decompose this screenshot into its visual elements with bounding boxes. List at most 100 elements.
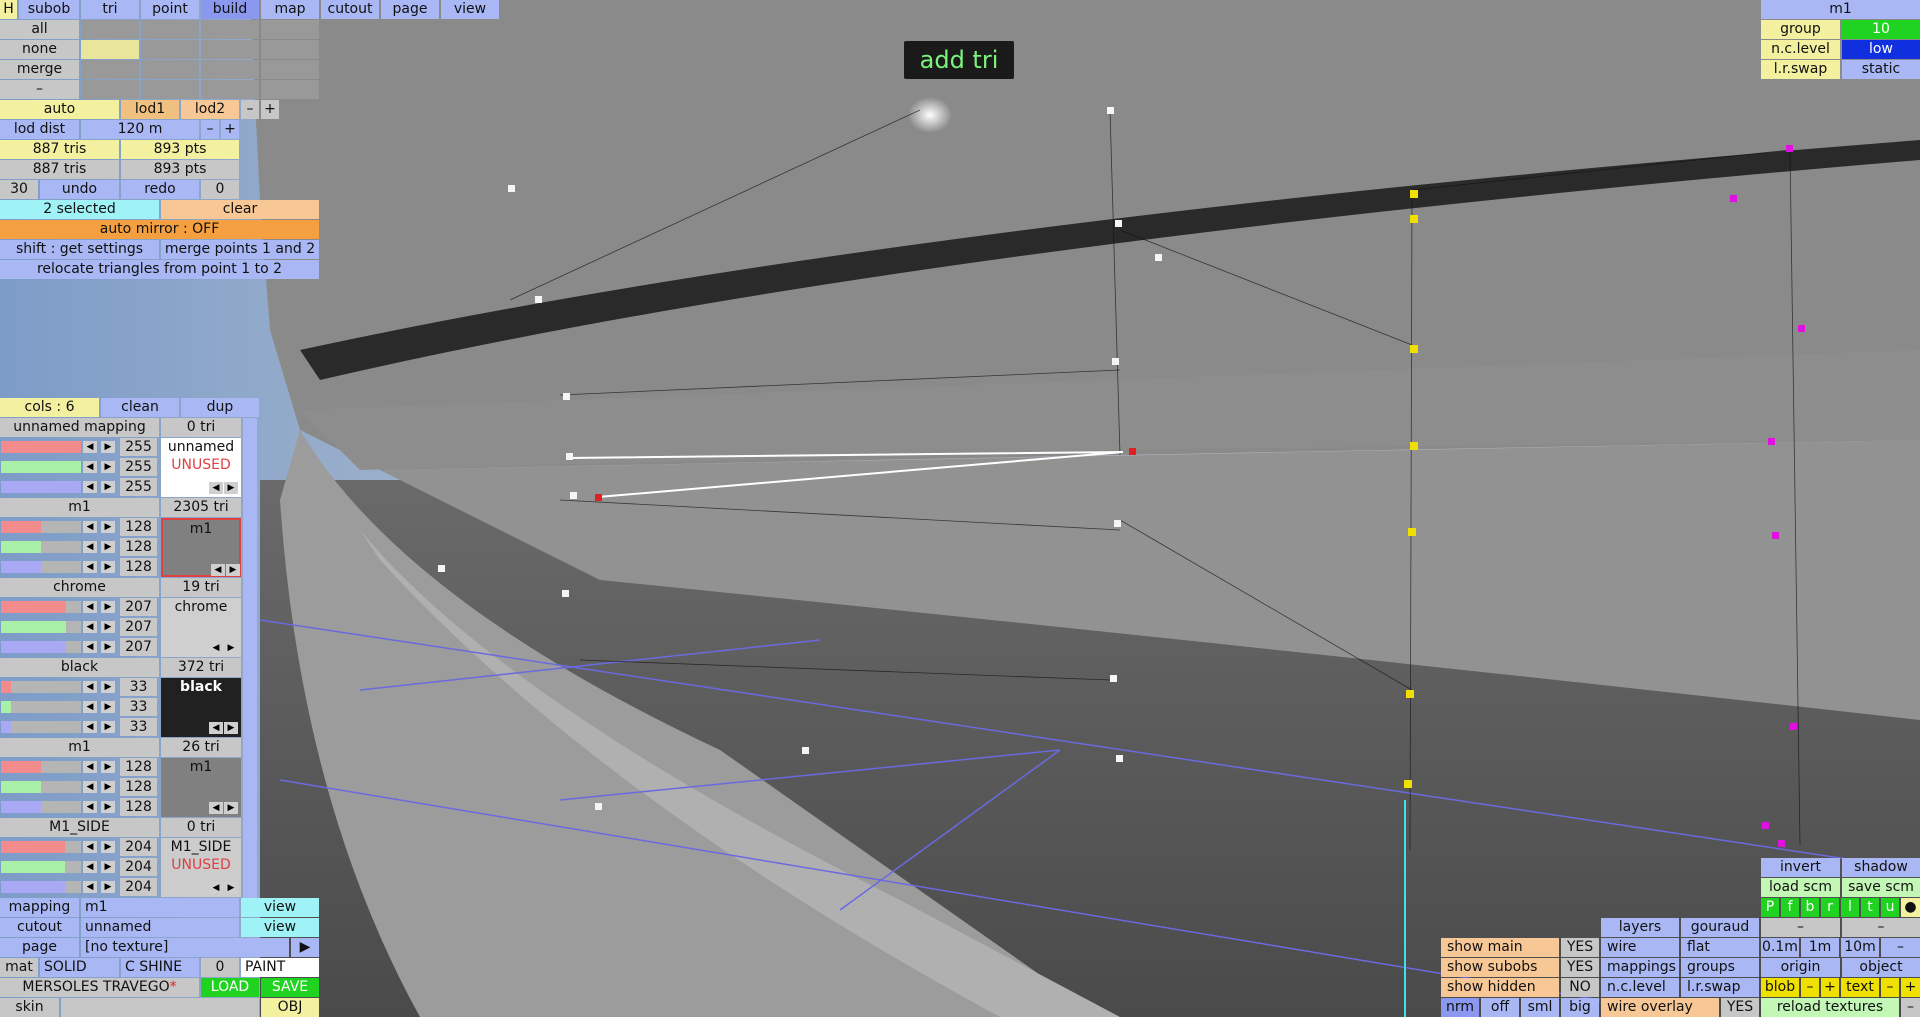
tab-cutout[interactable]: cutout bbox=[321, 0, 379, 19]
increment-arrow-icon[interactable]: ▶ bbox=[101, 541, 115, 553]
g-channel-slider[interactable] bbox=[1, 541, 81, 553]
increment-arrow-icon[interactable]: ▶ bbox=[101, 721, 115, 733]
grid-10m-button[interactable]: 10m bbox=[1841, 938, 1879, 957]
tab-tri[interactable]: tri bbox=[81, 0, 139, 19]
skin-field[interactable] bbox=[61, 998, 259, 1017]
cutout-view-button[interactable]: view bbox=[241, 918, 319, 937]
dup-button[interactable]: dup bbox=[181, 398, 259, 417]
lod2-button[interactable]: lod2 bbox=[181, 100, 239, 119]
select-slot[interactable] bbox=[81, 60, 139, 79]
decrement-arrow-icon[interactable]: ◀ bbox=[83, 521, 97, 533]
nc-level-value[interactable]: low bbox=[1842, 40, 1920, 59]
obj-button[interactable]: OBJ bbox=[261, 998, 319, 1017]
decrement-arrow-icon[interactable]: ◀ bbox=[83, 541, 97, 553]
r-channel-slider[interactable] bbox=[1, 681, 81, 693]
decrement-arrow-icon[interactable]: ◀ bbox=[83, 601, 97, 613]
b-channel-slider[interactable] bbox=[1, 881, 81, 893]
swatch-next-arrow-icon[interactable]: ▶ bbox=[224, 882, 238, 894]
r-channel-slider[interactable] bbox=[1, 441, 81, 453]
r-channel-slider[interactable] bbox=[1, 761, 81, 773]
increment-arrow-icon[interactable]: ▶ bbox=[101, 461, 115, 473]
decrement-arrow-icon[interactable]: ◀ bbox=[83, 861, 97, 873]
increment-arrow-icon[interactable]: ▶ bbox=[101, 521, 115, 533]
material-swatch[interactable]: M1_SIDE UNUSED ◀ ▶ bbox=[161, 838, 241, 897]
increment-arrow-icon[interactable]: ▶ bbox=[101, 481, 115, 493]
swatch-prev-arrow-icon[interactable]: ◀ bbox=[209, 642, 223, 654]
merge-points-button[interactable]: merge points 1 and 2 bbox=[161, 240, 319, 259]
lod1-button[interactable]: lod1 bbox=[121, 100, 179, 119]
select-slot[interactable] bbox=[201, 60, 259, 79]
solid-mode-button[interactable]: SOLID bbox=[40, 958, 119, 977]
g-channel-slider[interactable] bbox=[1, 701, 81, 713]
material-swatch[interactable]: chrome ◀ ▶ bbox=[161, 598, 241, 657]
grid-minus-button[interactable]: – bbox=[1881, 938, 1920, 957]
gouraud-button[interactable]: gouraud bbox=[1681, 918, 1759, 937]
increment-arrow-icon[interactable]: ▶ bbox=[101, 761, 115, 773]
select-slot[interactable] bbox=[201, 40, 259, 59]
relocate-triangles-button[interactable]: relocate triangles from point 1 to 2 bbox=[0, 260, 319, 279]
material-swatch[interactable]: m1 ◀ ▶ bbox=[161, 518, 241, 577]
increment-arrow-icon[interactable]: ▶ bbox=[101, 781, 115, 793]
select-all-button[interactable]: all bbox=[0, 20, 79, 39]
decrement-arrow-icon[interactable]: ◀ bbox=[83, 761, 97, 773]
b-channel-slider[interactable] bbox=[1, 641, 81, 653]
increment-arrow-icon[interactable]: ▶ bbox=[101, 641, 115, 653]
select-slot[interactable] bbox=[261, 20, 319, 39]
select-slot[interactable] bbox=[141, 80, 199, 99]
load-scm-button[interactable]: load scm bbox=[1761, 878, 1840, 897]
increment-arrow-icon[interactable]: ▶ bbox=[101, 701, 115, 713]
h-button[interactable]: H bbox=[0, 0, 17, 19]
blob-plus-button[interactable]: + bbox=[1821, 978, 1839, 997]
material-name[interactable]: unnamed mapping bbox=[0, 418, 159, 437]
lod-minus-button[interactable]: – bbox=[241, 100, 259, 119]
mappings-button[interactable]: mappings bbox=[1601, 958, 1679, 977]
show-main-toggle[interactable]: YES bbox=[1561, 938, 1599, 957]
lr-swap-value[interactable]: static bbox=[1842, 60, 1920, 79]
view-flag-5[interactable]: t bbox=[1861, 898, 1879, 917]
material-swatch[interactable]: unnamed UNUSED ◀ ▶ bbox=[161, 438, 241, 497]
clear-selection-button[interactable]: clear bbox=[161, 200, 319, 219]
tab-subob[interactable]: subob bbox=[19, 0, 79, 19]
show-hidden-toggle[interactable]: NO bbox=[1561, 978, 1599, 997]
select-slot[interactable] bbox=[201, 80, 259, 99]
off-button[interactable]: off bbox=[1481, 998, 1519, 1017]
increment-arrow-icon[interactable]: ▶ bbox=[101, 801, 115, 813]
load-button[interactable]: LOAD bbox=[201, 978, 259, 997]
shadow-button[interactable]: shadow bbox=[1842, 858, 1920, 877]
mapping-view-button[interactable]: view bbox=[241, 898, 319, 917]
paint-button[interactable]: PAINT bbox=[241, 958, 319, 977]
select-slot[interactable] bbox=[141, 20, 199, 39]
b-channel-slider[interactable] bbox=[1, 561, 81, 573]
tab-map[interactable]: map bbox=[261, 0, 319, 19]
lod-auto-button[interactable]: auto bbox=[0, 100, 119, 119]
swatch-next-arrow-icon[interactable]: ▶ bbox=[224, 642, 238, 654]
decrement-arrow-icon[interactable]: ◀ bbox=[83, 561, 97, 573]
increment-arrow-icon[interactable]: ▶ bbox=[101, 681, 115, 693]
material-name[interactable]: chrome bbox=[0, 578, 159, 597]
select-slot[interactable] bbox=[81, 80, 139, 99]
select-slot[interactable] bbox=[81, 40, 139, 59]
r-channel-slider[interactable] bbox=[1, 601, 81, 613]
swatch-prev-arrow-icon[interactable]: ◀ bbox=[211, 564, 225, 576]
select-slot[interactable] bbox=[141, 60, 199, 79]
save-button[interactable]: SAVE bbox=[261, 978, 319, 997]
page-next-button[interactable]: ▶ bbox=[291, 938, 319, 957]
flat-button[interactable]: flat bbox=[1681, 938, 1759, 957]
get-settings-hint[interactable]: shift : get settings bbox=[0, 240, 159, 259]
view-flag-0[interactable]: P bbox=[1761, 898, 1779, 917]
g-channel-slider[interactable] bbox=[1, 461, 81, 473]
select-slot[interactable] bbox=[201, 20, 259, 39]
groups-button[interactable]: groups bbox=[1681, 958, 1759, 977]
view-flag-4[interactable]: l bbox=[1841, 898, 1859, 917]
view-flag-2[interactable]: b bbox=[1801, 898, 1819, 917]
object-button[interactable]: object bbox=[1842, 958, 1920, 977]
select-slot[interactable] bbox=[261, 60, 319, 79]
decrement-arrow-icon[interactable]: ◀ bbox=[83, 841, 97, 853]
increment-arrow-icon[interactable]: ▶ bbox=[101, 841, 115, 853]
g-channel-slider[interactable] bbox=[1, 861, 81, 873]
blob-minus-button[interactable]: – bbox=[1801, 978, 1819, 997]
save-scm-button[interactable]: save scm bbox=[1842, 878, 1920, 897]
lod-plus-button[interactable]: + bbox=[261, 100, 279, 119]
dash-button[interactable]: – bbox=[0, 80, 79, 99]
increment-arrow-icon[interactable]: ▶ bbox=[101, 601, 115, 613]
